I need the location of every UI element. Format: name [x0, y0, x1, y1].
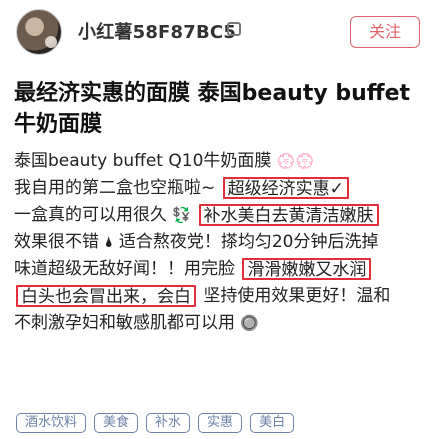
highlight-box: 白头也会冒出来，会白 — [16, 285, 196, 307]
body-text: 我自用的第二盒也空瓶啦~ — [14, 178, 216, 198]
post-body: 泰国beauty buffet Q10牛奶面膜 💮💮 我自用的第二盒也空瓶啦~ … — [14, 148, 424, 337]
tag-chip[interactable]: 美白 — [250, 413, 295, 433]
follow-button[interactable]: 关注 — [350, 16, 420, 48]
highlight-box: 滑滑嫩嫩又水润 — [242, 258, 372, 280]
highlight-box: 超级经济实惠✓ — [222, 177, 349, 199]
tag-chip[interactable]: 补水 — [146, 413, 191, 433]
drop-emoji-icon: 🌢 — [104, 233, 114, 251]
avatar[interactable] — [16, 9, 62, 55]
tag-chip[interactable]: 酒水饮料 — [16, 413, 87, 433]
body-text: 不刺激孕妇和敏感肌都可以用 — [14, 313, 235, 333]
tag-chip[interactable]: 美食 — [94, 413, 139, 433]
flower-emoji-icon: 💮💮 — [276, 152, 315, 170]
body-text: 坚持使用效果更好！温和 — [203, 286, 391, 306]
body-text: 一盒真的可以用很久 — [14, 205, 167, 225]
username[interactable]: 小红薯58F87BC5 — [78, 18, 236, 44]
button-emoji-icon: 🔘 — [240, 314, 260, 332]
tag-chip[interactable]: 实惠 — [198, 413, 243, 433]
body-line-1: 泰国beauty buffet Q10牛奶面膜 💮💮 — [14, 148, 424, 175]
body-line-7: 不刺激孕妇和敏感肌都可以用 🔘 — [14, 310, 424, 337]
post-header: 小红薯58F87BC5 关注 — [0, 0, 436, 66]
body-line-3: 一盒真的可以用很久 💱 补水美白去黄清洁嫩肤 — [14, 202, 424, 229]
tag-list: 酒水饮料 美食 补水 实惠 美白 — [16, 412, 426, 434]
body-text: 泰国beauty buffet Q10牛奶面膜 — [14, 151, 272, 171]
highlight-box: 补水美白去黄清洁嫩肤 — [198, 204, 379, 226]
post-title: 最经济实惠的面膜 泰国beauty buffet牛奶面膜 — [14, 81, 411, 137]
verified-badge-icon — [227, 22, 241, 36]
body-line-6: 白头也会冒出来，会白 坚持使用效果更好！温和 — [14, 283, 424, 310]
body-text: 效果很不错 — [14, 232, 99, 252]
body-line-5: 味道超级无敌好闻！！用完脸 滑滑嫩嫩又水润 — [14, 256, 424, 283]
body-text: 味道超级无敌好闻！！用完脸 — [14, 259, 235, 279]
body-line-4: 效果很不错 🌢 适合熬夜党！搽均匀20分钟后洗掉 — [14, 229, 424, 256]
body-text: 适合熬夜党！搽均匀20分钟后洗掉 — [118, 232, 379, 252]
exchange-emoji-icon: 💱 — [172, 206, 192, 224]
body-line-2: 我自用的第二盒也空瓶啦~ 超级经济实惠✓ — [14, 175, 424, 202]
